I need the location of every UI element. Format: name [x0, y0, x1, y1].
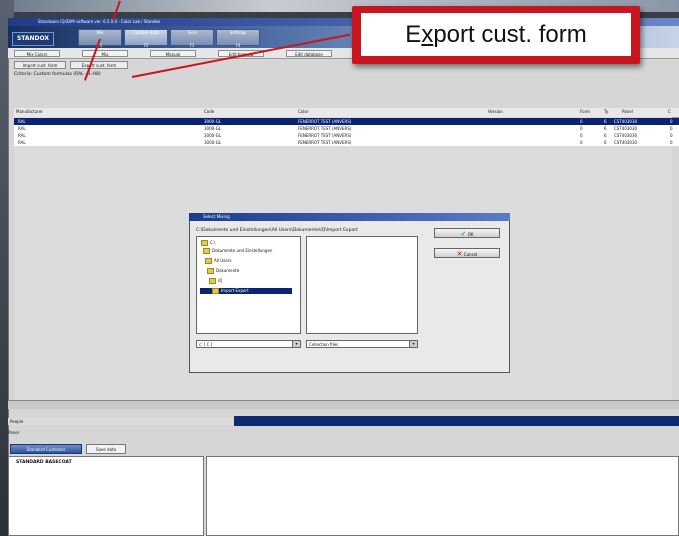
nav-edit-database[interactable]: Edit database — [286, 50, 332, 57]
column-code[interactable]: Code — [204, 109, 214, 114]
tree-item[interactable]: All Users — [205, 258, 231, 264]
people-selection — [234, 416, 679, 426]
tree-item-selected[interactable]: Import Export — [200, 288, 292, 294]
file-list[interactable] — [306, 236, 418, 334]
folder-icon — [207, 268, 214, 274]
column-panel[interactable]: Panel — [622, 109, 633, 114]
tree-item[interactable]: C:\ — [201, 240, 216, 246]
tree-item[interactable]: Dokumente und Einstellungen — [203, 248, 272, 254]
column-color[interactable]: Color — [298, 109, 308, 114]
standard-customer-button[interactable]: Standard Customer — [10, 444, 82, 454]
folder-icon — [205, 258, 212, 264]
panel-label: Panel — [8, 430, 19, 435]
chevron-down-icon: ▾ — [409, 341, 417, 347]
save-data-button[interactable]: Save data — [86, 444, 126, 454]
table-row[interactable]: RAL 3000-GL FENERROT TEST (ANVERS) 0 6 C… — [14, 125, 679, 132]
column-form[interactable]: Form — [580, 109, 590, 114]
tab-settings[interactable]: Settings F4 — [216, 29, 260, 48]
folder-icon — [203, 248, 210, 254]
callout-label: Export cust. form — [361, 13, 631, 56]
horizontal-scrollbar[interactable] — [8, 400, 679, 409]
table-row[interactable]: RAL 3000-GL FENERROT TEST (ANVERS) 0 6 C… — [14, 132, 679, 139]
folder-icon — [209, 278, 216, 284]
tree-item[interactable]: Dokumente — [207, 268, 239, 274]
import-cust-form-button[interactable]: Import cust. form — [14, 61, 66, 69]
column-manufacturer[interactable]: Manufacturer — [16, 109, 43, 114]
export-cust-form-button[interactable]: Export cust. form — [70, 61, 128, 69]
filter-select[interactable]: Collection files ▾ — [306, 340, 418, 348]
table-row[interactable]: RAL 3000-GL FENERROT TEST (ANVERS) 0 6 C… — [14, 118, 679, 125]
folder-icon — [201, 240, 208, 246]
tab-custom-data[interactable]: Custom data F2 — [124, 29, 168, 48]
ok-button[interactable]: ✓ OK — [434, 228, 500, 238]
detail-panel — [206, 456, 679, 536]
folder-icon — [212, 288, 219, 294]
column-ty[interactable]: Ty — [604, 109, 608, 114]
tab-tools[interactable]: Tools F3 — [170, 29, 214, 48]
standox-logo: STANDOX — [12, 32, 54, 46]
column-version[interactable]: Version — [488, 109, 503, 114]
checkmark-icon: ✓ — [460, 230, 467, 238]
chevron-down-icon: ▾ — [292, 341, 300, 347]
standard-basecoat-header: STANDARD BASECOAT — [16, 460, 72, 465]
nav-manual[interactable]: Manual — [150, 50, 196, 57]
column-c[interactable]: C — [668, 109, 671, 114]
drive-select[interactable]: c: [ C ] ▾ — [196, 340, 301, 348]
dialog-path: C:\Dokumente und Einstellungen\All Users… — [196, 228, 358, 233]
dialog-title: Select Mixing — [189, 213, 510, 221]
folder-tree[interactable]: C:\ Dokumente und Einstellungen All User… — [196, 236, 301, 334]
table-row[interactable]: RAL 3000-GL FENERROT TEST (ANVERS) 0 6 C… — [14, 139, 679, 146]
cancel-button[interactable]: ✕ Cancel — [434, 248, 500, 258]
tree-item[interactable]: iQ — [209, 278, 222, 284]
nav-mix[interactable]: Mix — [82, 50, 128, 57]
nav-mix-colors[interactable]: Mix Colors — [14, 50, 60, 57]
tab-mix[interactable]: Mix F1 — [78, 29, 122, 48]
close-icon: ✕ — [456, 250, 463, 258]
people-label: People — [10, 419, 24, 424]
basecoat-list — [8, 456, 204, 536]
